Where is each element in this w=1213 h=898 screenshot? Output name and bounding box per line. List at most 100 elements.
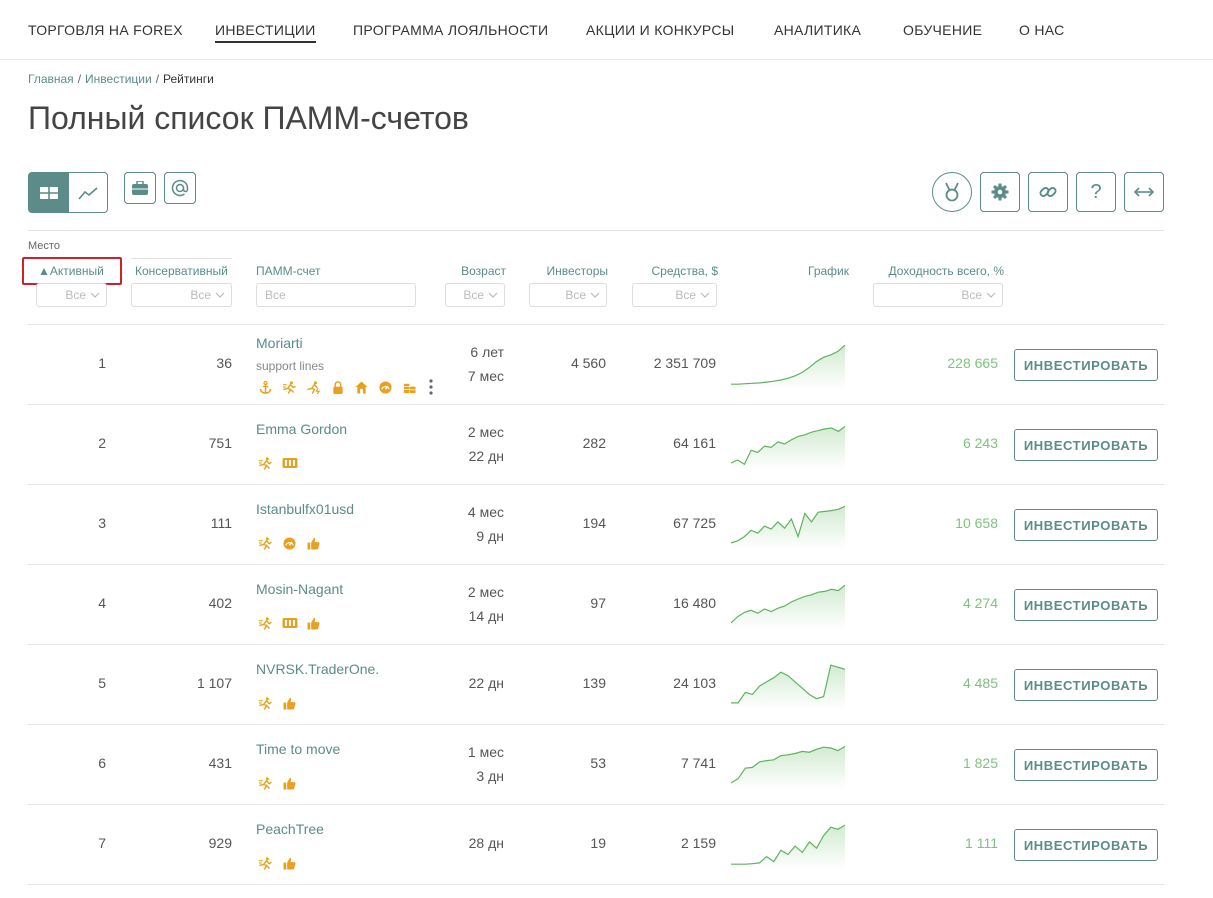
account-age-months: 9 дн [476,528,504,544]
battery-icon[interactable] [280,456,299,470]
help-button[interactable]: ? [1076,172,1116,212]
portfolio-button[interactable] [124,172,156,204]
breadcrumb-home[interactable]: Главная [28,72,74,86]
home-icon[interactable] [352,380,371,394]
nav-item-education[interactable]: ОБУЧЕНИЕ [903,22,982,38]
sparkline-chart [731,344,845,389]
thumbs-up-icon[interactable] [280,856,299,870]
sparkline-chart [731,824,845,869]
table-view-button[interactable] [28,172,69,213]
account-age-years: 4 мес [467,504,504,520]
account-age-years: 2 мес [467,584,504,600]
thumbs-up-icon[interactable] [304,616,323,630]
column-header-funds[interactable]: Средства, $ [620,264,718,278]
filter-age[interactable]: Все [445,283,505,307]
table-row: 3 111 Istanbulfx01usd 4 мес 9 дн 194 67 725 10 … [28,485,1164,565]
rank-conservative: 929 [208,835,232,851]
column-header-conservative[interactable]: Консервативный [135,264,228,278]
account-name-link[interactable]: Time to move [256,741,340,757]
nav-item-about[interactable]: О НАС [1019,22,1065,38]
rank-active: 5 [98,675,106,691]
lightning-runner-icon[interactable] [304,380,323,394]
filter-conservative[interactable]: Все [131,283,232,307]
runner-icon[interactable] [256,456,275,470]
column-header-active[interactable]: ▲Активный [38,264,104,278]
runner-icon[interactable] [256,616,275,630]
investors-count: 19 [590,835,606,851]
column-header-account[interactable]: ПАММ-счет [256,264,321,278]
breadcrumb-separator: / [155,72,160,86]
share-link-button[interactable] [1028,172,1068,212]
filter-account-input[interactable]: Все [256,283,416,307]
filter-active-value: Все [65,288,86,302]
column-header-investors[interactable]: Инвесторы [520,264,609,278]
breadcrumb-investments[interactable]: Инвестиции [85,72,152,86]
nav-item-analytics[interactable]: АНАЛИТИКА [774,22,861,38]
chart-view-button[interactable] [68,172,108,213]
medal-icon [945,182,959,202]
rank-conservative: 402 [208,595,232,611]
runner-icon[interactable] [256,776,275,790]
column-header-chart: График [808,264,849,278]
table-row: 6 431 Time to move 1 мес 3 дн 53 7 741 1 825 ИНВ… [28,725,1164,805]
column-header-yield[interactable]: Доходность всего, % [860,264,1005,278]
account-badges [256,616,323,630]
sparkline-area [731,426,845,469]
account-name-link[interactable]: PeachTree [256,821,324,837]
email-subscribe-button[interactable] [164,172,196,204]
total-yield: 10 658 [955,515,998,531]
nav-item-promotions[interactable]: АКЦИИ И КОНКУРСЫ [586,22,735,38]
invest-button[interactable]: ИНВЕСТИРОВАТЬ [1014,669,1158,701]
account-age: 28 дн [468,835,504,851]
filter-yield[interactable]: Все [873,283,1003,307]
nav-item-forex[interactable]: ТОРГОВЛЯ НА FOREX [28,22,183,38]
nav-item-investments[interactable]: ИНВЕСТИЦИИ [215,22,316,43]
lock-icon[interactable] [328,380,347,394]
total-yield: 1 825 [962,755,998,771]
anchor-icon[interactable] [256,380,275,394]
thumbs-up-icon[interactable] [280,776,299,790]
account-name-link[interactable]: Mosin-Nagant [256,581,343,597]
filter-funds[interactable]: Все [632,283,717,307]
thumbs-up-icon[interactable] [280,696,299,710]
expand-width-icon [1134,187,1154,197]
coins-icon[interactable] [400,380,419,394]
table-row: 4 402 Mosin-Nagant 2 мес 14 дн 97 16 480 4 274 И… [28,565,1164,645]
filter-investors[interactable]: Все [529,283,607,307]
expand-width-button[interactable] [1124,172,1164,212]
runner-icon[interactable] [256,696,275,710]
runner-icon[interactable] [280,380,299,394]
invest-button[interactable]: ИНВЕСТИРОВАТЬ [1014,349,1158,381]
at-sign-icon [171,179,189,197]
account-age: 22 дн [468,675,504,691]
account-name-link[interactable]: Istanbulfx01usd [256,501,354,517]
runner-icon[interactable] [256,856,275,870]
sparkline-chart [731,584,845,629]
chevron-down-icon [488,288,498,305]
rank-active: 7 [98,835,106,851]
invest-button[interactable]: ИНВЕСТИРОВАТЬ [1014,749,1158,781]
runner-icon[interactable] [256,536,275,550]
battery-icon[interactable] [280,616,299,630]
page-title: Полный список ПАММ-счетов [28,100,469,136]
account-name-link[interactable]: Emma Gordon [256,421,347,437]
account-name-link[interactable]: NVRSK.TraderOne. [256,661,379,677]
invest-button[interactable]: ИНВЕСТИРОВАТЬ [1014,509,1158,541]
sparkline-area [731,506,845,549]
settings-button[interactable] [980,172,1020,212]
filter-funds-value: Все [675,288,696,302]
account-name-link[interactable]: Moriarti [256,335,303,351]
invest-button[interactable]: ИНВЕСТИРОВАТЬ [1014,429,1158,461]
invest-button[interactable]: ИНВЕСТИРОВАТЬ [1014,589,1158,621]
column-header-age[interactable]: Возраст [420,264,506,278]
rating-medal-button[interactable] [932,172,972,212]
thumbs-up-icon[interactable] [304,536,323,550]
filter-active[interactable]: Все [36,283,107,307]
investors-count: 97 [590,595,606,611]
total-yield: 6 243 [962,435,998,451]
nav-item-loyalty[interactable]: ПРОГРАММА ЛОЯЛЬНОСТИ [353,22,548,38]
total-yield: 1 111 [965,835,998,851]
gauge-icon[interactable] [280,536,299,550]
gauge-icon[interactable] [376,380,395,394]
invest-button[interactable]: ИНВЕСТИРОВАТЬ [1014,829,1158,861]
